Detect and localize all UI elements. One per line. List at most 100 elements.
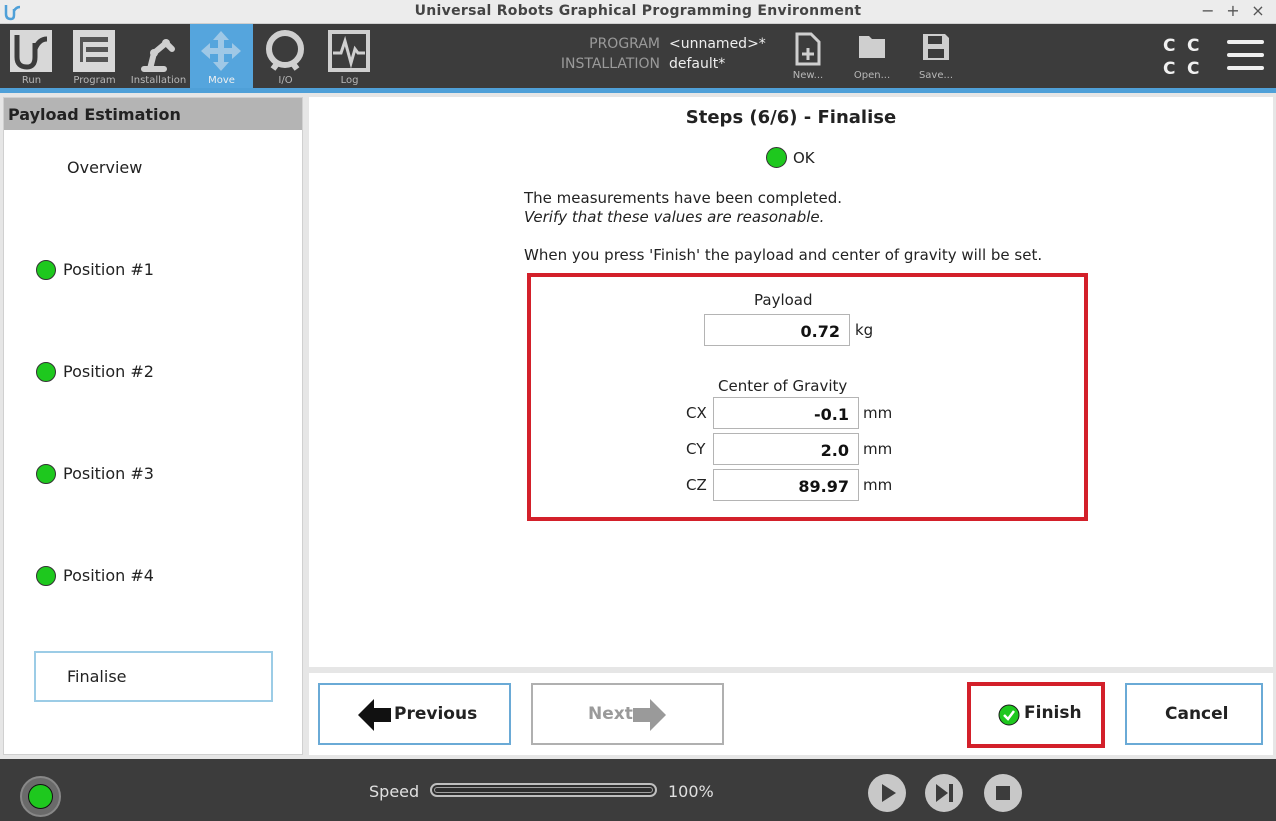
finish-button[interactable]: Finish	[971, 686, 1101, 744]
center-of-gravity-label: Center of Gravity	[718, 377, 848, 395]
finish-highlight: Finish	[967, 682, 1105, 748]
nav-log-label: Log	[340, 75, 359, 86]
nav-program-button[interactable]: Program	[63, 24, 126, 88]
step-label: Position #3	[63, 464, 154, 483]
cz-label: CZ	[686, 476, 707, 494]
speed-slider[interactable]	[430, 783, 657, 797]
log-icon	[328, 30, 370, 72]
program-icon	[73, 30, 115, 72]
step-item-overview[interactable]: Overview	[4, 153, 302, 183]
status-text: OK	[793, 149, 815, 167]
window-title-bar: Universal Robots Graphical Programming E…	[0, 0, 1276, 24]
save-file-label: Save...	[918, 70, 954, 81]
estimation-results-box: Payload 0.72 kg Center of Gravity CX -0.…	[527, 273, 1088, 521]
nav-move-button[interactable]: Move	[190, 24, 253, 88]
play-button[interactable]	[868, 774, 906, 812]
cx-value-field[interactable]: -0.1	[713, 397, 859, 429]
cc-indicator: C	[1163, 59, 1176, 79]
nav-run-label: Run	[21, 75, 42, 86]
cancel-label: Cancel	[1165, 704, 1229, 724]
panel-header: Payload Estimation	[4, 98, 302, 130]
cy-label: CY	[686, 440, 706, 458]
step-label: Finalise	[67, 667, 127, 686]
program-key: PROGRAM	[589, 36, 660, 52]
step-item-position-1[interactable]: Position #1	[4, 255, 302, 285]
payload-label: Payload	[754, 291, 813, 309]
finish-hint-message: When you press 'Finish' the payload and …	[524, 246, 1043, 264]
new-file-button[interactable]: New...	[781, 28, 835, 86]
wizard-step-list: Payload Estimation Overview Position #1 …	[3, 97, 303, 755]
finish-label: Finish	[1024, 703, 1082, 723]
next-label: Next	[588, 704, 633, 724]
cz-unit: mm	[863, 476, 893, 494]
cy-unit: mm	[863, 440, 893, 458]
step-complete-indicator	[36, 362, 56, 382]
ur-logo-icon	[10, 30, 52, 72]
step-forward-icon	[936, 784, 953, 802]
program-name: <unnamed>*	[669, 36, 766, 52]
step-complete-indicator	[36, 566, 56, 586]
cc-indicator: C	[1187, 36, 1200, 56]
check-circle-icon	[998, 704, 1020, 726]
open-folder-icon	[859, 36, 885, 58]
step-label: Position #2	[63, 362, 154, 381]
hamburger-menu-icon[interactable]	[1227, 40, 1265, 72]
ok-status-indicator	[766, 147, 787, 168]
toolbar-accent-bar	[0, 88, 1276, 93]
step-item-finalise[interactable]: Finalise	[34, 651, 273, 702]
io-icon	[266, 30, 304, 71]
step-item-position-3[interactable]: Position #3	[4, 459, 302, 489]
cc-status-grid[interactable]: C C C C	[1161, 36, 1211, 80]
nav-run-button[interactable]: Run	[0, 24, 63, 88]
arrow-right-icon	[633, 699, 666, 731]
step-complete-indicator	[36, 464, 56, 484]
step-title: Steps (6/6) - Finalise	[685, 107, 897, 128]
window-title: Universal Robots Graphical Programming E…	[414, 3, 862, 19]
arrow-left-icon	[358, 699, 391, 731]
nav-installation-label: Installation	[130, 75, 187, 86]
step-item-position-2[interactable]: Position #2	[4, 357, 302, 387]
robot-arm-icon	[141, 38, 175, 72]
wizard-button-bar: Previous Next Finish Cancel	[309, 673, 1273, 755]
stop-icon	[996, 786, 1010, 800]
nav-log-button[interactable]: Log	[318, 24, 381, 88]
cz-value-field[interactable]: 89.97	[713, 469, 859, 501]
save-file-button[interactable]: Save...	[909, 28, 963, 86]
previous-button[interactable]: Previous	[318, 683, 511, 745]
completion-message: The measurements have been completed.	[524, 189, 843, 207]
speed-label: Speed	[369, 782, 420, 801]
step-content-panel: Steps (6/6) - Finalise OK The measuremen…	[309, 97, 1273, 667]
step-label: Position #1	[63, 260, 154, 279]
installation-key: INSTALLATION	[560, 56, 660, 72]
payload-value-field[interactable]: 0.72	[704, 314, 850, 346]
stop-button[interactable]	[984, 774, 1022, 812]
nav-io-label: I/O	[278, 75, 293, 86]
open-file-label: Open...	[853, 70, 891, 81]
speed-slider-fill	[434, 787, 653, 793]
status-badge: OK	[766, 147, 846, 169]
cancel-button[interactable]: Cancel	[1125, 683, 1263, 745]
close-button[interactable]: ×	[1248, 1, 1268, 20]
power-on-indicator	[28, 784, 53, 809]
play-icon	[882, 784, 896, 802]
nav-io-button[interactable]: I/O	[254, 24, 317, 88]
open-file-button[interactable]: Open...	[845, 28, 899, 86]
power-status-button[interactable]	[20, 776, 61, 817]
speed-value: 100%	[668, 782, 714, 801]
step-item-position-4[interactable]: Position #4	[4, 561, 302, 591]
minimize-button[interactable]: −	[1198, 1, 1218, 20]
move-arrows-icon	[201, 31, 241, 71]
nav-program-label: Program	[73, 75, 116, 86]
step-button[interactable]	[925, 774, 963, 812]
save-disk-icon	[923, 34, 949, 60]
status-footer: Speed 100%	[0, 759, 1276, 821]
nav-installation-button[interactable]: Installation	[127, 24, 190, 88]
previous-label: Previous	[394, 704, 478, 724]
cy-value-field[interactable]: 2.0	[713, 433, 859, 465]
nav-move-label: Move	[208, 75, 235, 86]
new-file-label: New...	[792, 70, 824, 81]
cc-indicator: C	[1163, 36, 1176, 56]
step-label: Overview	[67, 158, 143, 177]
maximize-button[interactable]: +	[1223, 1, 1243, 20]
next-button[interactable]: Next	[531, 683, 724, 745]
